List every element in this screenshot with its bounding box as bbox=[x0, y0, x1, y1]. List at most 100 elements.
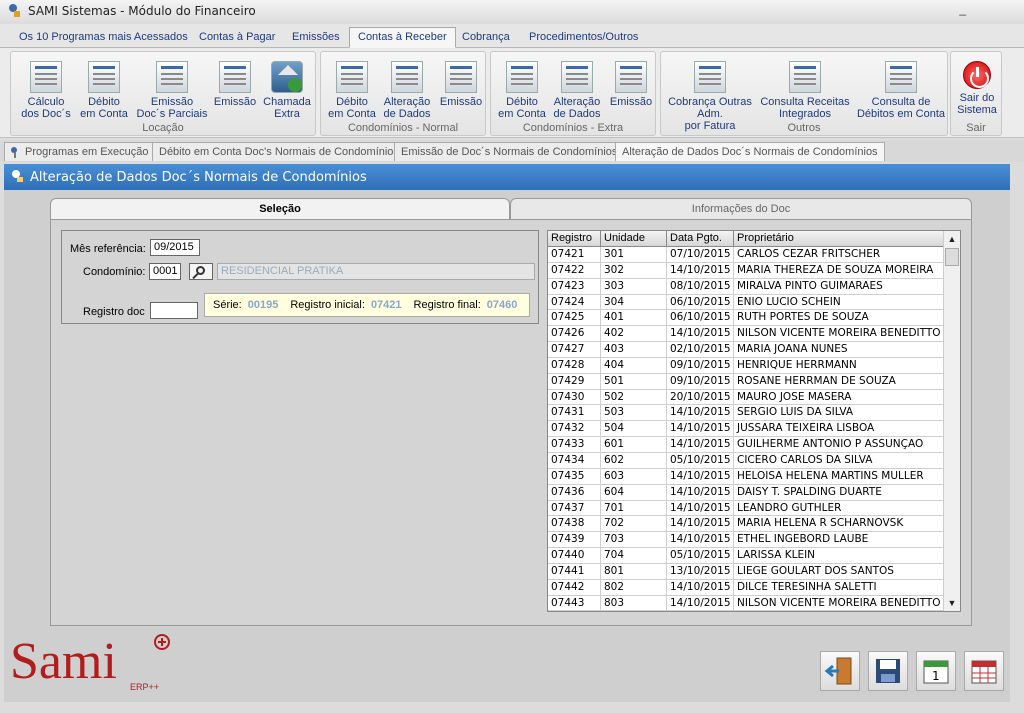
table-row[interactable]: 07425 401 06/10/2015 RUTH PORTES DE SOUZA bbox=[548, 310, 944, 327]
window-title: SAMI Sistemas - Módulo do Financeiro bbox=[28, 4, 256, 18]
table-row[interactable]: 07427 403 02/10/2015 MARIA JOANA NUNES bbox=[548, 342, 944, 358]
table-cell: 20/10/2015 bbox=[667, 389, 734, 405]
ribbon: Cálculo dos Doc´s Débito em Conta Emissã… bbox=[0, 48, 1024, 138]
registro-input[interactable] bbox=[150, 302, 198, 319]
table-cell: 704 bbox=[601, 548, 667, 564]
table-row[interactable]: 07443 803 14/10/2015 NILSON VICENTE MOREIRA… bbox=[548, 595, 944, 611]
table-cell: 05/10/2015 bbox=[667, 548, 734, 564]
table-cell: 702 bbox=[601, 516, 667, 532]
table-cell: 07422 bbox=[548, 262, 601, 278]
table-row[interactable]: 07424 304 06/10/2015 ENIO LUCIO SCHEIN bbox=[548, 294, 944, 311]
scroll-down-icon[interactable]: ▼ bbox=[944, 595, 960, 611]
table-row[interactable]: 07435 603 14/10/2015 HELOISA HELENA MARTINS… bbox=[548, 468, 944, 485]
condominio-code-input[interactable]: 0001 bbox=[149, 263, 181, 280]
btn-label: Chamada Extra bbox=[263, 96, 311, 120]
btn-cn-emissao[interactable]: Emissão bbox=[437, 58, 485, 108]
btn-cobranca-outras[interactable]: Cobrança Outras Adm. por Fatura bbox=[665, 58, 755, 132]
document-edit-icon bbox=[561, 61, 593, 93]
calendar-grid-button[interactable] bbox=[964, 651, 1004, 691]
table-cell: 701 bbox=[601, 500, 667, 516]
table-cell: 07426 bbox=[548, 326, 601, 342]
house-money-icon bbox=[271, 61, 303, 93]
btn-ce-debito[interactable]: Débito em Conta bbox=[495, 58, 549, 120]
doctab-emissao[interactable]: Emissão de Doc´s Normais de Condomínios bbox=[394, 142, 625, 161]
table-row[interactable]: 07432 504 14/10/2015 JUSSARA TEIXEIRA LISBO… bbox=[548, 421, 944, 438]
reg-ini-value: 07421 bbox=[370, 299, 402, 311]
tab-procedimentos[interactable]: Procedimentos/Outros bbox=[520, 27, 647, 48]
table-row[interactable]: 07442 802 14/10/2015 DILCE TERESINHA SALETT… bbox=[548, 579, 944, 596]
btn-ce-alteracao[interactable]: Alteração de Dados bbox=[549, 58, 605, 120]
table-row[interactable]: 07440 704 05/10/2015 LARISSA KLEIN bbox=[548, 548, 944, 564]
table-row[interactable]: 07423 303 08/10/2015 MIRALVA PINTO GUIMARAE… bbox=[548, 278, 944, 295]
save-button[interactable] bbox=[868, 651, 908, 691]
main-area: Seleção Informações do Doc Mês referênci… bbox=[4, 190, 1010, 702]
table-row[interactable]: 07436 604 14/10/2015 DAISY T. SPALDING DUAR… bbox=[548, 484, 944, 501]
document-list-icon bbox=[885, 61, 917, 93]
tab-contas-receber[interactable]: Contas à Receber bbox=[349, 27, 456, 48]
btn-consulta-debitos[interactable]: Consulta de Débitos em Conta bbox=[855, 58, 947, 120]
table-cell: 07434 bbox=[548, 452, 601, 468]
table-row[interactable]: 07438 702 14/10/2015 MARIA HELENA R SCHARNO… bbox=[548, 516, 944, 533]
table-row[interactable]: 07439 703 14/10/2015 ETHEL INGEBORD LAUBE bbox=[548, 532, 944, 549]
table-row[interactable]: 07441 801 13/10/2015 LIEGE GOULART DOS SANT… bbox=[548, 563, 944, 580]
document-calc-icon bbox=[30, 61, 62, 93]
tab-emissoes[interactable]: Emissões bbox=[283, 27, 349, 48]
table-row[interactable]: 07433 601 14/10/2015 GUILHERME ANTONIO P AS… bbox=[548, 437, 944, 453]
col-registro[interactable]: Registro bbox=[548, 231, 601, 247]
scroll-up-icon[interactable]: ▲ bbox=[944, 231, 960, 247]
table-row[interactable]: 07437 701 14/10/2015 LEANDRO GUTHLER bbox=[548, 500, 944, 517]
table-cell: 504 bbox=[601, 421, 667, 437]
reg-ini-label: Registro inicial: bbox=[290, 299, 365, 311]
power-icon bbox=[963, 61, 991, 89]
table-cell: 07443 bbox=[548, 595, 601, 611]
col-proprietario[interactable]: Proprietário bbox=[734, 231, 944, 247]
scroll-thumb[interactable] bbox=[945, 248, 959, 266]
col-unidade[interactable]: Unidade bbox=[601, 231, 667, 247]
group-label: Locação bbox=[142, 122, 184, 134]
tab-top-programs[interactable]: Os 10 Programas mais Acessados bbox=[10, 27, 197, 48]
table-row[interactable]: 07428 404 09/10/2015 HENRIQUE HERRMANN bbox=[548, 357, 944, 374]
btn-debito-conta[interactable]: Débito em Conta bbox=[75, 58, 133, 120]
btn-ce-emissao[interactable]: Emissão bbox=[607, 58, 655, 108]
panel-title: Alteração de Dados Doc´s Normais de Cond… bbox=[30, 169, 367, 185]
table-row[interactable]: 07422 302 14/10/2015 MARIA THEREZA DE SOUZA… bbox=[548, 262, 944, 279]
table-row[interactable]: 07429 501 09/10/2015 ROSANE HERRMAN DE SOUZ… bbox=[548, 373, 944, 390]
btn-label: Emissão bbox=[439, 96, 483, 108]
vertical-scrollbar[interactable]: ▲ ▼ bbox=[943, 231, 960, 611]
table-cell: 07431 bbox=[548, 405, 601, 421]
btn-emissao-parciais[interactable]: Emissão Doc´s Parciais bbox=[135, 58, 209, 120]
btn-consulta-receitas[interactable]: Consulta Receitas Integrados bbox=[757, 58, 853, 120]
table-row[interactable]: 07431 503 14/10/2015 SERGIO LUIS DA SILVA bbox=[548, 405, 944, 422]
tab-cobranca[interactable]: Cobrança bbox=[453, 27, 519, 48]
table-cell: 06/10/2015 bbox=[667, 294, 734, 310]
doctab-debito[interactable]: Débito em Conta Doc's Normais de Condomí… bbox=[152, 142, 406, 161]
btn-sair-sistema[interactable]: Sair do Sistema bbox=[953, 58, 1001, 116]
table-cell: HELOISA HELENA MARTINS MULLER bbox=[737, 469, 924, 482]
table-row[interactable]: 07426 402 14/10/2015 NILSON VICENTE MOREIRA… bbox=[548, 326, 944, 343]
search-key-button[interactable] bbox=[189, 263, 213, 280]
mes-input[interactable]: 09/2015 bbox=[150, 239, 200, 256]
btn-calculo-docs[interactable]: Cálculo dos Doc´s bbox=[17, 58, 75, 120]
calendar-button[interactable]: 1 bbox=[916, 651, 956, 691]
tab-informacoes[interactable]: Informações do Doc bbox=[510, 198, 972, 220]
tab-contas-pagar[interactable]: Contas à Pagar bbox=[190, 27, 284, 48]
doctab-alteracao[interactable]: Alteração de Dados Doc´s Normais de Cond… bbox=[615, 142, 885, 161]
btn-emissao[interactable]: Emissão bbox=[209, 58, 261, 108]
table-cell: 401 bbox=[601, 310, 667, 326]
table-cell: 801 bbox=[601, 563, 667, 579]
exit-button[interactable] bbox=[820, 651, 860, 691]
group-label: Condomínios - Normal bbox=[347, 122, 459, 134]
btn-cn-alteracao[interactable]: Alteração de Dados bbox=[379, 58, 435, 120]
table-row[interactable]: 07430 502 20/10/2015 MAURO JOSE MASERA bbox=[548, 389, 944, 406]
tab-selecao[interactable]: Seleção bbox=[50, 198, 510, 220]
table-row[interactable]: 07421 301 07/10/2015 CARLOS CEZAR FRITSCHER bbox=[548, 247, 944, 263]
btn-chamada-extra[interactable]: Chamada Extra bbox=[261, 58, 313, 120]
minimize-button[interactable]: _ bbox=[959, 2, 966, 16]
doctab-programas[interactable]: Programas em Execução bbox=[4, 142, 156, 161]
btn-cn-debito[interactable]: Débito em Conta bbox=[325, 58, 379, 120]
group-cond-normal: Débito em Conta Alteração de Dados Emiss… bbox=[320, 51, 486, 136]
table-row[interactable]: 07434 602 05/10/2015 CICERO CARLOS DA SILVA bbox=[548, 452, 944, 469]
btn-label: Cálculo dos Doc´s bbox=[21, 96, 71, 120]
col-data-pgto[interactable]: Data Pgto. bbox=[667, 231, 734, 247]
condominio-label: Condomínio: bbox=[83, 266, 146, 278]
